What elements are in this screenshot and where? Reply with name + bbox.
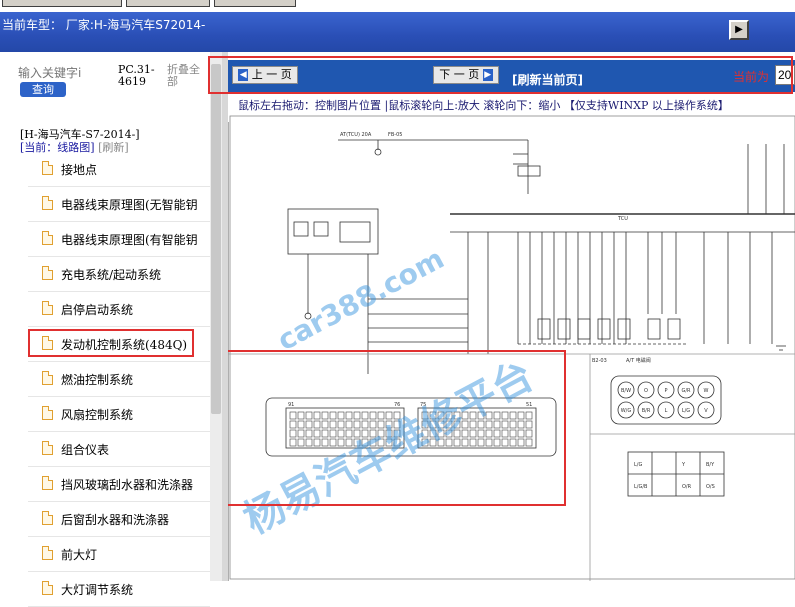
connector-highlight-outline: [228, 350, 566, 506]
sidebar: 查询 PC.31-4619 折叠全部 [H-海马汽车-S7-2014-] [当前…: [0, 52, 228, 607]
collapse-all-link[interactable]: 折叠全部: [167, 64, 207, 88]
sidebar-item[interactable]: 发动机控制系统(484Q): [28, 327, 210, 362]
at-pin-label: L: [665, 408, 668, 414]
sidebar-item-label: 接地点: [61, 163, 98, 177]
sidebar-item[interactable]: 大灯调节系统: [28, 572, 210, 607]
sidebar-item[interactable]: 燃油控制系统: [28, 362, 210, 397]
terminal-table-cell: L/G/B: [634, 484, 648, 490]
sidebar-item[interactable]: 启停启动系统: [28, 292, 210, 327]
sidebar-item[interactable]: 充电系统/起动系统: [28, 257, 210, 292]
connector-a-label: A/T 电磁阀: [626, 357, 651, 364]
sidebar-item-label: 大灯调节系统: [61, 583, 134, 597]
sidebar-item-label: 充电系统/起动系统: [61, 268, 162, 282]
tcu-label: TCU: [617, 216, 628, 222]
at-pin-label: L/G: [682, 408, 690, 414]
sidebar-item-label: 燃油控制系统: [61, 373, 134, 387]
sidebar-item[interactable]: 电器线束原理图(无智能钥: [28, 187, 210, 222]
sidebar-item-label: 前大灯: [61, 548, 98, 562]
at-pin-label: W: [704, 388, 709, 394]
wiring-diagram-viewer[interactable]: AT(TCU) 20A FB-05 TCU B2-03 A/T 电磁阀 91 7…: [228, 114, 795, 581]
at-pin-label: B/W: [621, 388, 631, 394]
at-pin-label: V: [704, 408, 708, 414]
scrollbar-thumb[interactable]: [211, 64, 221, 414]
at-pin-label: G/R: [681, 388, 691, 394]
terminal-table-cell: Y: [681, 462, 686, 468]
nav-highlight-outline: [208, 56, 793, 94]
sidebar-item-label: 挡风玻璃刮水器和洗涤器: [61, 478, 194, 492]
sidebar-item-label: 启停启动系统: [61, 303, 134, 317]
terminal-table-cell: O/R: [682, 484, 692, 490]
sidebar-item[interactable]: 电器线束原理图(有智能钥: [28, 222, 210, 257]
header-band: 当前车型： 厂家:H-海马汽车S72014- ▶: [0, 12, 795, 52]
sidebar-item-label: 风扇控制系统: [61, 408, 134, 422]
search-button[interactable]: 查询: [20, 82, 66, 97]
car-model-title: 当前车型： 厂家:H-海马汽车S72014-: [2, 18, 206, 32]
toolbar-button-2[interactable]: [126, 0, 210, 7]
sidebar-item-label: 后窗刮水器和洗涤器: [61, 513, 170, 527]
usage-tip-bar: 鼠标左右拖动：控制图片位置 |鼠标滚轮向上:放大 滚轮向下：缩小 【仅支持WIN…: [228, 96, 795, 114]
sidebar-item-label: 发动机控制系统(484Q): [61, 338, 188, 352]
usage-tip-text: 鼠标左右拖动：控制图片位置 |鼠标滚轮向上:放大 滚轮向下：缩小 【仅支持WIN…: [238, 99, 729, 112]
terminal-table: L/G Y B/Y L/G/B O/R O/S: [634, 462, 715, 490]
document-icon: [42, 476, 53, 490]
sidebar-item[interactable]: 前大灯: [28, 537, 210, 572]
at-pin-label: O: [644, 388, 648, 394]
toolbar-button-1[interactable]: [2, 0, 122, 7]
document-icon: [42, 406, 53, 420]
document-icon: [42, 546, 53, 560]
sidebar-item[interactable]: 接地点: [28, 152, 210, 187]
at-connector-grid: B/W O P G/R W W/G B/R L L/G V: [617, 381, 715, 419]
toolbar-strip: [0, 0, 795, 12]
document-icon: [42, 441, 53, 455]
terminal-table-cell: L/G: [634, 462, 642, 468]
fuse-label: AT(TCU) 20A: [340, 132, 372, 138]
sidebar-menu-list: 接地点电器线束原理图(无智能钥 电器线束原理图(有智能钥 充电系统/起动系统 启停启动…: [28, 152, 210, 607]
at-pin-label: B/R: [642, 408, 651, 414]
sidebar-item[interactable]: 后窗刮水器和洗涤器: [28, 502, 210, 537]
keyword-search-input[interactable]: [18, 64, 114, 82]
document-icon: [42, 266, 53, 280]
sidebar-item-label: 组合仪表: [61, 443, 110, 457]
document-icon: [42, 301, 53, 315]
document-icon: [42, 196, 53, 210]
terminal-table-cell: B/Y: [706, 462, 715, 468]
fb-label: FB-05: [388, 132, 402, 138]
document-icon: [42, 511, 53, 525]
sidebar-item-label: 电器线束原理图(无智能钥: [61, 198, 198, 212]
document-icon: [42, 371, 53, 385]
document-icon: [42, 161, 53, 175]
play-right-icon[interactable]: ▶: [729, 20, 749, 40]
connector-b-label: B2-03: [592, 358, 607, 364]
terminal-table-cell: O/S: [706, 484, 715, 490]
sidebar-item[interactable]: 风扇控制系统: [28, 397, 210, 432]
sidebar-item[interactable]: 组合仪表: [28, 432, 210, 467]
at-pin-label: P: [664, 388, 667, 394]
toolbar-button-3[interactable]: [214, 0, 296, 7]
sidebar-item-label: 电器线束原理图(有智能钥: [61, 233, 198, 247]
document-icon: [42, 581, 53, 595]
at-pin-label: W/G: [621, 408, 632, 414]
sidebar-item[interactable]: 挡风玻璃刮水器和洗涤器: [28, 467, 210, 502]
document-icon: [42, 231, 53, 245]
document-icon: [42, 336, 53, 350]
sidebar-scrollbar[interactable]: [210, 52, 222, 581]
pc-code-label: PC.31-4619: [118, 63, 155, 88]
